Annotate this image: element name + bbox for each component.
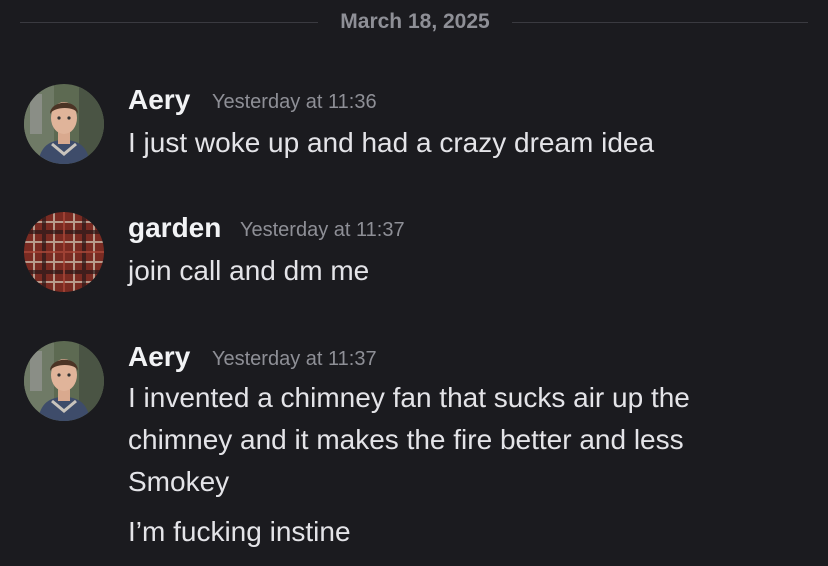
avatar[interactable] — [24, 341, 104, 421]
message-timestamp: Yesterday at 11:36 — [212, 91, 377, 113]
avatar[interactable] — [24, 84, 104, 164]
username[interactable]: Aery — [128, 84, 190, 116]
date-divider-label: March 18, 2025 — [340, 10, 490, 33]
date-divider: March 18, 2025 — [0, 0, 828, 48]
person-photo-avatar-icon — [24, 341, 104, 421]
divider-line-left — [20, 22, 318, 23]
plaid-pattern-avatar-icon — [24, 212, 104, 292]
message-text: I invented a chimney fan that sucks air … — [128, 382, 690, 497]
person-photo-avatar-icon — [24, 84, 104, 164]
message-text: I just woke up and had a crazy dream ide… — [128, 127, 655, 158]
avatar[interactable] — [24, 212, 104, 292]
username[interactable]: garden — [128, 212, 221, 244]
chat-view: March 18, 2025 Aery Yesterday at 11:36 I… — [0, 0, 828, 566]
divider-line-right — [512, 22, 808, 23]
message-timestamp: Yesterday at 11:37 — [212, 348, 377, 370]
message-timestamp: Yesterday at 11:37 — [240, 219, 405, 241]
message-text: join call and dm me — [128, 255, 370, 286]
username[interactable]: Aery — [128, 341, 190, 373]
message-text: I’m fucking instine — [128, 516, 351, 547]
